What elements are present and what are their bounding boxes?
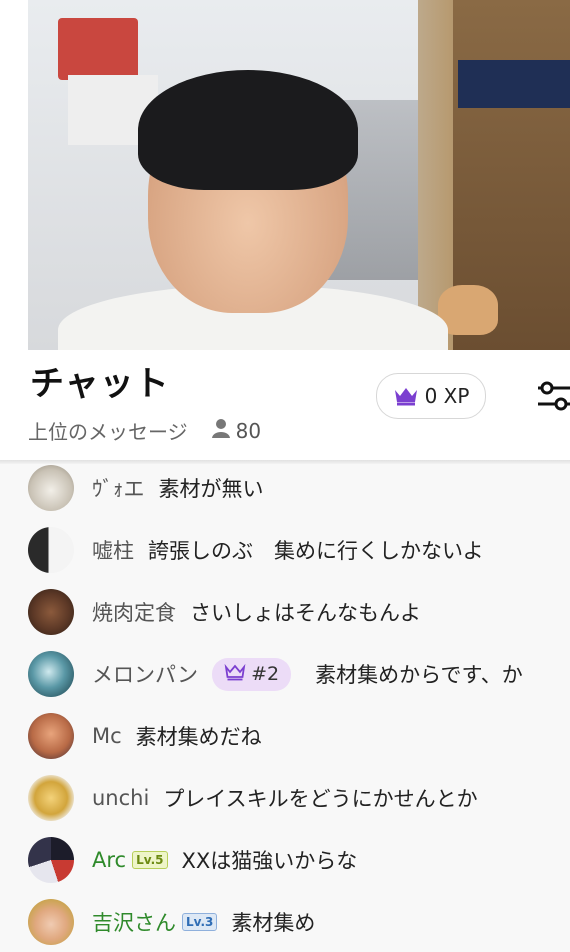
avatar bbox=[28, 527, 74, 573]
xp-button[interactable]: 0 XP bbox=[376, 373, 486, 419]
video-red-box bbox=[58, 18, 138, 80]
avatar bbox=[28, 713, 74, 759]
username[interactable]: unchi bbox=[92, 786, 149, 810]
crown-icon bbox=[393, 386, 419, 406]
chat-title: チャット bbox=[30, 364, 170, 404]
chat-message[interactable]: Arc Lv.5 XXは猫強いからな bbox=[0, 830, 570, 890]
username[interactable]: メロンパン bbox=[92, 659, 198, 689]
username[interactable]: ｳﾞｫエ bbox=[92, 473, 145, 503]
viewer-count-value: 80 bbox=[235, 418, 262, 443]
username[interactable]: 嘘柱 bbox=[92, 535, 134, 565]
rank-label: #2 bbox=[251, 663, 280, 685]
streamer-hair bbox=[138, 70, 358, 190]
username[interactable]: Mc bbox=[92, 724, 122, 748]
avatar bbox=[28, 899, 74, 945]
video-player[interactable] bbox=[0, 0, 570, 350]
avatar bbox=[28, 837, 74, 883]
chat-message[interactable]: 焼肉定食 さいしょはそんなもんよ bbox=[0, 582, 570, 642]
username[interactable]: Arc bbox=[92, 848, 126, 872]
message-text: さいしょはそんなもんよ bbox=[190, 601, 421, 625]
chat-message[interactable]: 吉沢さん Lv.3 素材集め bbox=[0, 892, 570, 952]
message-text: XXは猫強いからな bbox=[181, 849, 358, 873]
message-text: 素材集めだね bbox=[135, 725, 262, 749]
rank-badge: #2 bbox=[212, 657, 292, 691]
chat-message[interactable]: 嘘柱 誇張しのぶ 集めに行くしかないよ bbox=[0, 520, 570, 580]
message-text: プレイスキルをどうにかせんとか bbox=[163, 787, 478, 811]
top-messages-label: 上位のメッセージ bbox=[28, 420, 188, 444]
crown-outline-icon bbox=[224, 663, 246, 686]
chat-message[interactable]: unchi プレイスキルをどうにかせんとか bbox=[0, 768, 570, 828]
avatar bbox=[28, 651, 74, 697]
avatar bbox=[28, 589, 74, 635]
username[interactable]: 焼肉定食 bbox=[92, 597, 176, 627]
username[interactable]: 吉沢さん bbox=[92, 907, 176, 937]
chat-message[interactable]: ｳﾞｫエ 素材が無い bbox=[0, 458, 570, 518]
person-icon bbox=[210, 417, 232, 444]
chat-message[interactable]: メロンパン #2 素材集めからです、か bbox=[0, 644, 570, 704]
viewer-count: 80 bbox=[210, 417, 261, 444]
message-text: 素材が無い bbox=[158, 477, 264, 501]
message-text: 素材集め bbox=[231, 911, 316, 935]
video-door-stripe bbox=[458, 60, 570, 108]
level-badge: Lv.3 bbox=[182, 913, 218, 931]
top-messages-filter[interactable]: 上位のメッセージ 80 bbox=[28, 416, 261, 445]
avatar bbox=[28, 465, 74, 511]
video-frame bbox=[28, 0, 570, 350]
chat-settings-icon[interactable] bbox=[534, 376, 570, 416]
avatar bbox=[28, 775, 74, 821]
message-text: 誇張しのぶ 集めに行くしかないよ bbox=[148, 539, 484, 563]
level-badge: Lv.5 bbox=[132, 851, 168, 869]
message-text: 素材集めからです、か bbox=[315, 663, 523, 687]
chat-message[interactable]: Mc 素材集めだね bbox=[0, 706, 570, 766]
xp-label: 0 XP bbox=[424, 384, 470, 408]
